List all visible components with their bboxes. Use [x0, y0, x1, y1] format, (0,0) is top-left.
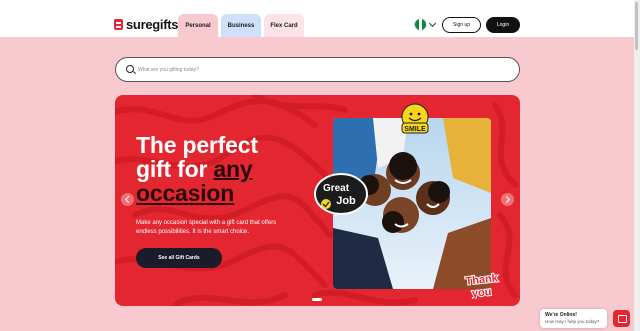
scrollbar-thumb[interactable] [635, 2, 638, 50]
search-icon [126, 65, 134, 73]
chevron-down-icon[interactable] [428, 19, 437, 28]
thank-sticker-text: Thank [465, 272, 499, 287]
signup-button[interactable]: Sign up [442, 17, 481, 33]
gift-logo-icon [114, 19, 123, 30]
job-sticker-text: Job [336, 195, 356, 207]
smile-sticker: SMILE [401, 103, 429, 134]
nigeria-flag-icon[interactable] [414, 18, 427, 31]
great-sticker-text: Great [323, 183, 350, 194]
hero-banner: The perfect gift for any occasion Make a… [115, 95, 520, 306]
smile-sticker-text: SMILE [404, 126, 426, 133]
chat-subtitle: How may I help you today? [545, 319, 600, 324]
carousel-next-button[interactable] [501, 193, 514, 206]
chat-open-button[interactable] [613, 310, 630, 327]
brand-name: suregifts [126, 17, 179, 32]
you-sticker-text: you [471, 286, 492, 299]
see-all-gift-cards-button[interactable]: See all Gift Cards [136, 248, 222, 268]
brand-logo[interactable]: suregifts [114, 17, 179, 32]
tab-business[interactable]: Business [221, 14, 261, 37]
carousel-dot-active[interactable] [312, 298, 322, 301]
headline-any: any [213, 156, 253, 182]
login-button[interactable]: Login [486, 17, 520, 33]
hero-headline: The perfect gift for any occasion [136, 133, 258, 205]
headline-line-2-text: gift for [136, 156, 214, 182]
chat-widget[interactable]: We're Online! How may I help you today? [540, 309, 607, 328]
headline-line-2: gift for any [136, 157, 258, 181]
great-job-sticker: Great Job [314, 173, 368, 215]
chat-title: We're Online! [545, 312, 577, 318]
search-bar[interactable] [115, 57, 520, 82]
hero-subtext: Make any occasion special with a gift ca… [136, 220, 277, 235]
tab-flex-card[interactable]: Flex Card [264, 14, 304, 37]
headline-line-1: The perfect [136, 132, 258, 158]
tab-personal[interactable]: Personal [178, 14, 218, 37]
thank-you-sticker: Thank you [464, 271, 500, 299]
headline-occasion: occasion [136, 180, 235, 206]
search-input[interactable] [138, 62, 508, 77]
carousel-prev-button[interactable] [121, 193, 134, 206]
top-navigation-bar: suregifts Personal Business Flex Card Si… [0, 0, 640, 37]
